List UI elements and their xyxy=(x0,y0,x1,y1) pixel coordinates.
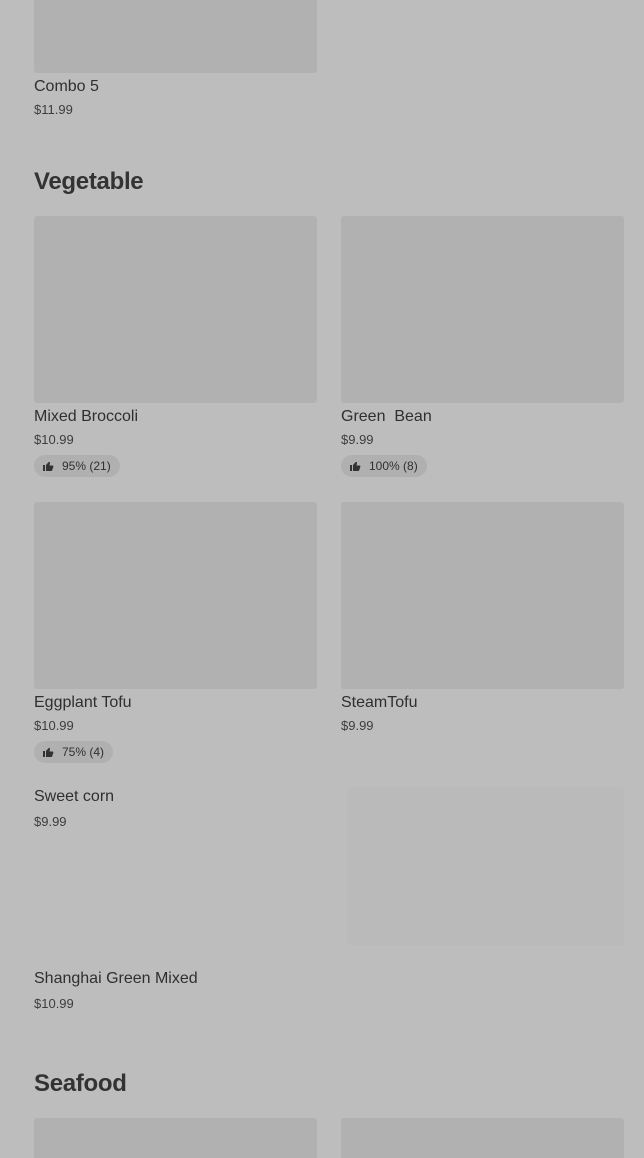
rating-badge: 100% (8) xyxy=(341,455,427,477)
section-title-seafood: Seafood xyxy=(34,1070,127,1097)
menu-item-seafood-1-image[interactable] xyxy=(34,1118,317,1158)
menu-item-mixed-broccoli[interactable]: Mixed Broccoli $10.99 95% (21) xyxy=(34,216,317,478)
rating-text: 75% (4) xyxy=(62,745,105,759)
rating-text: 95% (21) xyxy=(62,459,111,473)
item-image xyxy=(341,502,624,689)
menu-item-eggplant-tofu[interactable]: Eggplant Tofu $10.99 75% (4) xyxy=(34,502,317,764)
rating-badge: 95% (21) xyxy=(34,455,120,477)
item-name: Shanghai Green Mixed xyxy=(34,970,198,987)
item-image xyxy=(341,216,624,403)
menu-item-green-bean[interactable]: Green Bean $9.99 100% (8) xyxy=(341,216,624,478)
menu-item-seafood-2-image[interactable] xyxy=(341,1118,624,1158)
item-image xyxy=(34,0,317,73)
menu-item-shanghai-green-mixed[interactable]: Shanghai Green Mixed $10.99 xyxy=(34,969,624,1015)
item-name: Green Bean xyxy=(341,408,432,425)
rating-badge: 75% (4) xyxy=(34,741,114,763)
item-price: $10.99 xyxy=(34,996,74,1011)
item-image xyxy=(347,787,624,945)
item-price: $9.99 xyxy=(341,432,374,447)
item-name: SteamTofu xyxy=(341,694,418,711)
item-name: Eggplant Tofu xyxy=(34,694,132,711)
item-name: Combo 5 xyxy=(34,78,99,95)
thumbs-up-icon xyxy=(43,461,54,471)
item-name: Mixed Broccoli xyxy=(34,408,139,425)
item-price: $11.99 xyxy=(34,102,73,117)
item-image xyxy=(34,502,317,689)
item-price: $9.99 xyxy=(341,718,374,733)
item-price: $10.99 xyxy=(34,432,74,447)
menu-item-steamtofu[interactable]: SteamTofu $9.99 xyxy=(341,502,624,742)
thumbs-up-icon xyxy=(43,747,54,757)
menu-item-combo-5[interactable]: Combo 5 $11.99 xyxy=(34,0,317,120)
rating-text: 100% (8) xyxy=(369,459,418,473)
item-image xyxy=(34,216,317,403)
menu-item-sweet-corn[interactable]: Sweet corn $9.99 xyxy=(34,787,624,947)
item-name: Sweet corn xyxy=(34,788,115,805)
item-price: $10.99 xyxy=(34,718,74,733)
thumbs-up-icon xyxy=(350,461,361,471)
section-title-vegetable: Vegetable xyxy=(34,168,144,195)
item-price: $9.99 xyxy=(34,814,67,829)
